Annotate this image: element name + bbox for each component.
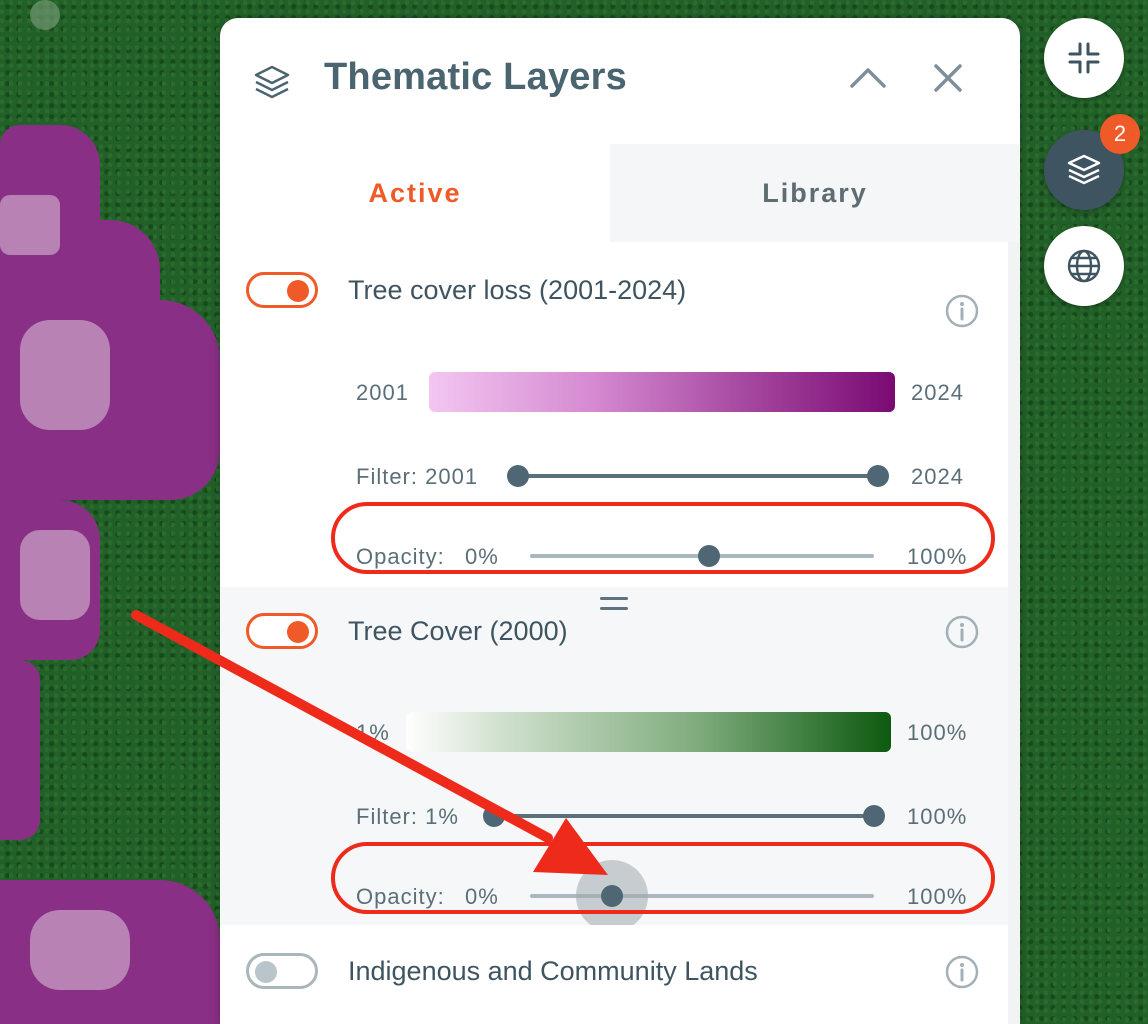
layers-count-badge: 2 [1100, 114, 1140, 154]
layer-title: Tree cover loss (2001-2024) [348, 275, 687, 305]
filter-range-track[interactable] [494, 814, 874, 818]
legend-color-ramp [406, 712, 891, 752]
info-icon[interactable] [944, 614, 980, 650]
collapse-map-button[interactable] [1044, 18, 1124, 98]
layer-title: Tree Cover (2000) [348, 616, 568, 646]
globe-icon [1067, 249, 1101, 283]
legend-color-ramp [429, 372, 895, 412]
close-panel-button[interactable] [928, 58, 968, 98]
tab-active[interactable]: Active [220, 144, 610, 242]
tab-bar: Active Library [220, 144, 1020, 242]
filter-max-label: 2024 [911, 464, 964, 489]
loss-patch [20, 530, 90, 620]
layers-icon [254, 65, 290, 99]
loss-patch [20, 320, 110, 430]
opacity-highlight-box [331, 502, 995, 574]
collapse-icon [1068, 42, 1100, 74]
toggle-knob [287, 621, 309, 643]
drag-handle-icon[interactable] [600, 597, 628, 613]
panel-title: Thematic Layers [324, 56, 627, 98]
info-icon[interactable] [944, 293, 980, 329]
filter-label: Filter: 1% [356, 804, 459, 829]
loss-patch [0, 660, 40, 840]
filter-range-track[interactable] [518, 474, 878, 478]
layer-toggle[interactable] [246, 613, 318, 649]
legend-min-label: 2001 [356, 380, 409, 405]
legend-max-label: 2024 [911, 380, 964, 405]
toggle-knob [287, 280, 309, 302]
cloud-patch [30, 0, 60, 30]
opacity-highlight-box [331, 842, 995, 914]
filter-max-handle[interactable] [867, 465, 889, 487]
filter-min-handle[interactable] [507, 465, 529, 487]
filter-min-handle[interactable] [483, 805, 505, 827]
layer-toggle[interactable] [246, 272, 318, 308]
layer-item-indigenous-lands: Indigenous and Community Lands [220, 925, 1008, 1024]
layer-title: Indigenous and Community Lands [348, 956, 758, 986]
layer-toggle[interactable] [246, 953, 318, 989]
filter-max-label: 100% [907, 804, 968, 829]
filter-max-handle[interactable] [863, 805, 885, 827]
toggle-knob [255, 961, 277, 983]
panel-header: Thematic Layers [220, 18, 1020, 144]
legend-max-label: 100% [907, 720, 968, 745]
basemap-button[interactable] [1044, 226, 1124, 306]
loss-patch [30, 910, 130, 990]
collapse-panel-button[interactable] [844, 58, 892, 98]
info-icon[interactable] [944, 954, 980, 990]
tab-library[interactable]: Library [610, 144, 1020, 242]
loss-patch [0, 195, 60, 255]
scrollbar[interactable] [1008, 242, 1020, 1024]
layers-icon [1067, 154, 1101, 185]
filter-label: Filter: 2001 [356, 464, 479, 489]
legend-min-label: 1% [356, 720, 390, 745]
